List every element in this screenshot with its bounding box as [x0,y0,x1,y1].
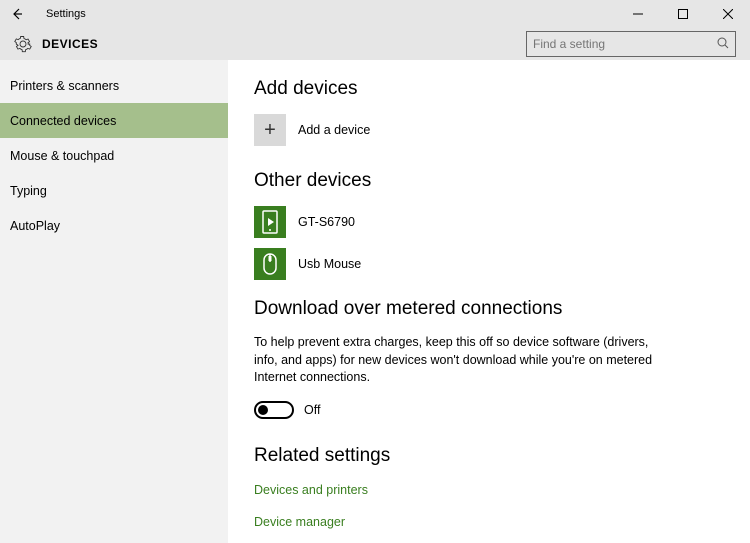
maximize-button[interactable] [660,0,705,28]
add-device-label: Add a device [298,123,370,137]
titlebar: Settings [0,0,750,28]
sidebar-item-label: AutoPlay [10,219,60,233]
sidebar: Printers & scanners Connected devices Mo… [0,60,228,543]
sidebar-item-printers[interactable]: Printers & scanners [0,68,228,103]
sidebar-item-label: Connected devices [10,114,116,128]
gear-icon [14,35,32,53]
search-icon [717,37,729,52]
close-button[interactable] [705,0,750,28]
sidebar-item-label: Mouse & touchpad [10,149,114,163]
heading-related: Related settings [254,445,724,467]
device-item[interactable]: GT-S6790 [254,206,724,238]
link-devices-printers[interactable]: Devices and printers [254,483,724,497]
sidebar-item-connected-devices[interactable]: Connected devices [0,103,228,138]
device-name: GT-S6790 [298,215,355,229]
sidebar-item-autoplay[interactable]: AutoPlay [0,208,228,243]
sidebar-item-mouse-touchpad[interactable]: Mouse & touchpad [0,138,228,173]
window-title: Settings [46,8,86,20]
sidebar-item-typing[interactable]: Typing [0,173,228,208]
device-item[interactable]: Usb Mouse [254,248,724,280]
header: DEVICES [0,28,750,60]
metered-description: To help prevent extra charges, keep this… [254,334,654,387]
minimize-icon [633,9,643,19]
heading-other-devices: Other devices [254,170,724,192]
search-box[interactable] [526,31,736,57]
plus-icon: + [254,114,286,146]
device-mouse-icon [254,248,286,280]
sidebar-item-label: Printers & scanners [10,79,119,93]
maximize-icon [678,9,688,19]
metered-toggle[interactable] [254,401,294,419]
sidebar-item-label: Typing [10,184,47,198]
heading-metered: Download over metered connections [254,298,724,320]
back-arrow-icon [10,7,24,21]
back-button[interactable] [10,7,46,21]
toggle-state-label: Off [304,403,320,417]
close-icon [723,9,733,19]
page-title: DEVICES [42,37,98,51]
toggle-knob [258,405,268,415]
link-device-manager[interactable]: Device manager [254,515,724,529]
window-controls [615,0,750,28]
add-device-button[interactable]: + Add a device [254,114,724,146]
minimize-button[interactable] [615,0,660,28]
search-input[interactable] [533,37,717,51]
heading-add-devices: Add devices [254,78,724,100]
content: Add devices + Add a device Other devices… [228,60,750,543]
device-phone-icon [254,206,286,238]
device-name: Usb Mouse [298,257,361,271]
